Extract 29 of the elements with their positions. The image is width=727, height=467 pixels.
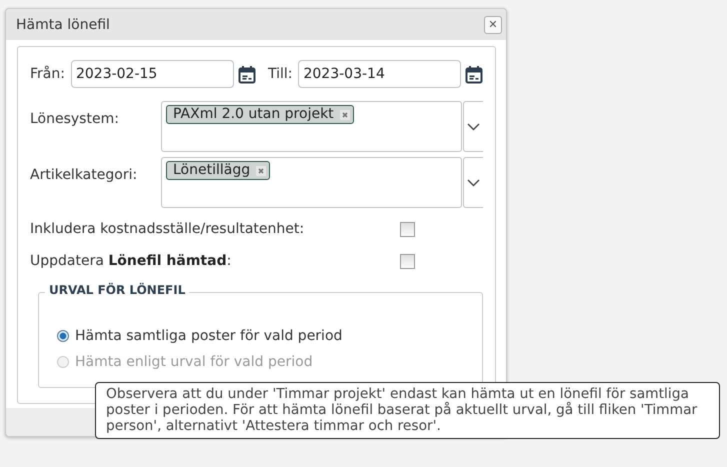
field-label: Artikelkategori:: [30, 166, 138, 185]
chevron-down-icon: [467, 122, 480, 130]
to-date-field[interactable]: 2023-03-14: [298, 60, 462, 88]
checkbox[interactable]: [400, 222, 415, 236]
to-label: Till:: [268, 66, 292, 82]
calendar-icon[interactable]: [465, 64, 484, 84]
checkbox-label: Inkludera kostnadsställe/resultatenhet:: [30, 221, 304, 237]
tooltip: Observera att du under 'Timmar projekt' endast kan hämta ut en lönefil för samtliga poster i perioden. För att hämta lönefil baserat på aktuellt urval, gå till fliken 'Timmar person', alternativt 'Attestera timmar och resor'.: [95, 382, 720, 439]
field-label: Lönesystem:: [30, 110, 120, 129]
radio-button[interactable]: [57, 330, 69, 342]
checkbox-label: Uppdatera Lönefil hämtad:: [30, 253, 232, 269]
dropdown-button[interactable]: [463, 157, 483, 208]
multi-select-field[interactable]: PAXml 2.0 utan projekt: [161, 101, 462, 152]
calendar-icon[interactable]: [238, 64, 256, 84]
from-label: Från:: [30, 66, 65, 82]
from-date-field[interactable]: 2023-02-15: [70, 60, 234, 88]
remove-icon[interactable]: [340, 110, 350, 120]
dropdown-button[interactable]: [463, 101, 483, 152]
radio-label: Hämta enligt urval för vald period: [75, 354, 313, 370]
multi-select-field[interactable]: Lönetillägg: [161, 157, 462, 208]
window-title: Hämta lönefil: [16, 16, 110, 32]
close-button[interactable]: ✕: [484, 16, 502, 34]
radio-label: Hämta samtliga poster för vald period: [75, 328, 342, 344]
checkbox[interactable]: [400, 254, 415, 268]
chevron-down-icon: [467, 178, 480, 186]
selected-tag[interactable]: Lönetillägg: [166, 161, 270, 180]
group-legend: URVAL FÖR LÖNEFIL: [45, 283, 190, 297]
remove-icon[interactable]: [256, 166, 266, 176]
selected-tag[interactable]: PAXml 2.0 utan projekt: [166, 105, 354, 124]
